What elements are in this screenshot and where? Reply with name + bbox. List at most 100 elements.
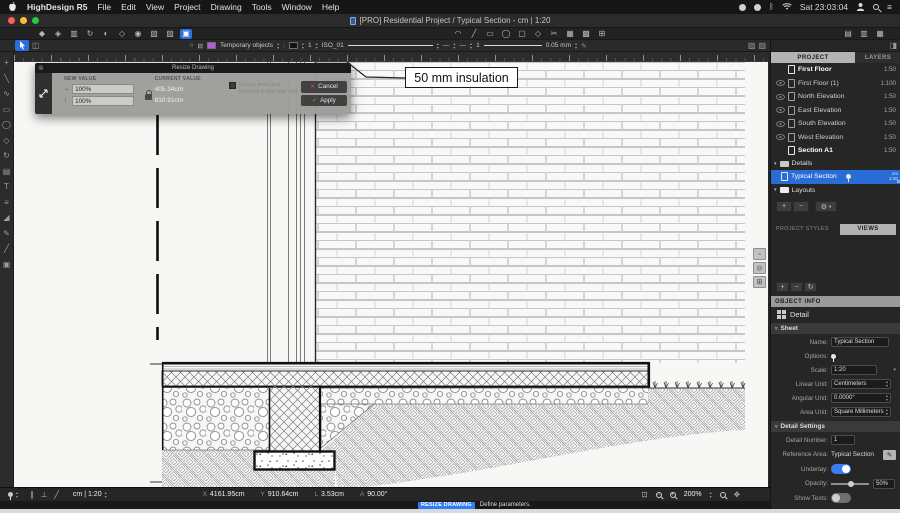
tool-diamond-icon[interactable]: ◇	[532, 29, 544, 39]
apply-button[interactable]: ✓Apply	[301, 95, 347, 107]
pen-color-swatch[interactable]	[289, 42, 298, 49]
layer-selector[interactable]: Temporary objects	[220, 42, 273, 49]
select-tool-button[interactable]	[15, 40, 29, 51]
tool-polygon-icon[interactable]: ▢	[516, 29, 528, 39]
tool-extend-icon[interactable]: ▨	[164, 29, 176, 39]
weight-scale-field[interactable]: 1	[476, 42, 480, 49]
details-group-header[interactable]: ▾ Details	[771, 158, 900, 170]
opacity-value[interactable]: 50%	[873, 479, 895, 489]
remove-object-button[interactable]: −	[790, 282, 803, 292]
status-item-icon[interactable]	[754, 4, 761, 11]
sheet-row[interactable]: West Elevation1:50	[771, 131, 900, 145]
layer-stack-icon[interactable]: ⊟	[198, 42, 203, 50]
menu-project[interactable]: Project	[174, 2, 200, 12]
add-sheet-button[interactable]: +	[776, 201, 792, 212]
new-width-input[interactable]: 100%	[72, 84, 134, 94]
resize-option-checkbox[interactable]	[229, 82, 236, 89]
pan-icon[interactable]: ✥	[734, 490, 740, 499]
dialog-title-bar[interactable]: ⊗ Resize Drawing	[35, 63, 351, 73]
menu-view[interactable]: View	[146, 2, 164, 12]
zoom-in-icon[interactable]: +	[670, 492, 676, 498]
spotlight-search-icon[interactable]	[873, 4, 879, 10]
tool-symbol-icon[interactable]: ▣	[1, 260, 13, 269]
new-height-input[interactable]: 100%	[72, 96, 134, 106]
visibility-icon[interactable]	[775, 80, 785, 86]
tool-circle-icon[interactable]: ◯	[500, 29, 512, 39]
tool-hatch2-icon[interactable]: ▤	[1, 167, 13, 176]
tool-array-icon[interactable]: ▥	[68, 29, 80, 39]
show-texts-toggle[interactable]	[831, 493, 851, 503]
fit-view-button[interactable]: ▫	[753, 248, 766, 260]
zoom-tool-icon[interactable]	[720, 492, 726, 498]
zoom-out-icon[interactable]: −	[656, 492, 662, 498]
pin-icon[interactable]	[846, 174, 851, 179]
scale-dropdown-icon[interactable]: ▾	[893, 367, 896, 373]
line-weight-field[interactable]: 0.05 mm	[546, 42, 571, 49]
options-pin-icon[interactable]	[831, 354, 836, 359]
area-unit-stepper[interactable]: ▴▾	[886, 408, 888, 416]
tool-move-icon[interactable]: ◆	[36, 29, 48, 39]
detail-item-selected[interactable]: Typical Section cm1:20	[771, 170, 900, 185]
fill-pattern-icon[interactable]: ▨	[748, 41, 756, 50]
pen-number-field[interactable]: 1	[308, 42, 312, 49]
freehand-snap-icon[interactable]: ╱	[54, 490, 59, 499]
tool-rect-icon[interactable]: ▭	[484, 29, 496, 39]
fill-pattern2-icon[interactable]: ▨	[758, 41, 766, 50]
linetype-stepper[interactable]: ▴▾	[437, 42, 439, 50]
visibility-icon[interactable]	[775, 134, 785, 140]
unit-scale-stepper[interactable]: ▴▾	[105, 491, 107, 499]
zoom-window-button[interactable]	[32, 17, 39, 24]
aspect-lock-icon[interactable]	[145, 94, 152, 100]
sheet-row[interactable]: First Floor (1)1:100	[771, 77, 900, 91]
tool-cut-icon[interactable]: ✂	[548, 29, 560, 39]
tool-trim-icon[interactable]: ▧	[148, 29, 160, 39]
menu-help[interactable]: Help	[322, 2, 339, 12]
tool-spline-icon[interactable]: ∿	[1, 89, 13, 98]
tool-offset-icon[interactable]: ◉	[132, 29, 144, 39]
tool-circle2-icon[interactable]: ◯	[1, 120, 13, 129]
sheet-row[interactable]: North Elevation1:50	[771, 90, 900, 104]
linear-unit-select[interactable]: Centimeters ▴▾	[831, 379, 891, 389]
underlay-toggle[interactable]	[831, 464, 851, 474]
menu-clock[interactable]: Sat 23:03:04	[800, 2, 848, 12]
unit-scale-indicator[interactable]: cm | 1:20	[73, 491, 102, 498]
perpendicular-snap-icon[interactable]: ⊥	[41, 490, 48, 499]
menu-app-name[interactable]: HighDesign R5	[27, 2, 87, 12]
layer-color-swatch[interactable]	[207, 42, 216, 49]
tool-text-icon[interactable]: T	[1, 182, 13, 191]
status-item-icon[interactable]	[739, 4, 746, 11]
tool-rotate-icon[interactable]: ↻	[84, 29, 96, 39]
control-center-icon[interactable]: ≡	[887, 2, 892, 12]
minimize-window-button[interactable]	[20, 17, 27, 24]
tab-layers[interactable]: LAYERS	[855, 52, 900, 63]
parallel-snap-icon[interactable]: ∥	[30, 490, 34, 499]
refresh-object-button[interactable]: ↻	[804, 282, 817, 292]
sheet-section-header[interactable]: ▿ Sheet	[771, 323, 900, 334]
detail-settings-header[interactable]: ▿ Detail Settings	[771, 421, 900, 432]
sheet-row[interactable]: South Elevation1:50	[771, 117, 900, 131]
area-unit-select[interactable]: Square Millimeters ▴▾	[831, 407, 891, 417]
tab-project[interactable]: PROJECT	[771, 52, 855, 63]
tool-layers-icon[interactable]: ≡	[1, 198, 13, 207]
views-button[interactable]: VIEWS	[840, 224, 896, 235]
menu-edit[interactable]: Edit	[121, 2, 136, 12]
pen-stepper[interactable]: ▴▾	[302, 42, 304, 50]
name-input[interactable]: Typical Section	[831, 337, 889, 347]
style-pen-icon[interactable]: ✎	[581, 42, 586, 50]
zoom-tool-button[interactable]: ◎	[753, 262, 766, 274]
bluetooth-icon[interactable]: ᛒ	[769, 3, 774, 11]
arrow-start-field[interactable]: —	[443, 42, 450, 49]
layouts-group-header[interactable]: ▾ Layouts	[771, 184, 900, 196]
dialog-close-icon[interactable]: ⊗	[38, 65, 44, 72]
drawing-canvas[interactable]: 50 mm insulation ▫ ◎ ⊞ ⊗ Resize Drawing …	[14, 62, 768, 487]
tool-line-icon[interactable]: ╱	[468, 29, 480, 39]
user-icon[interactable]	[856, 2, 865, 13]
remove-sheet-button[interactable]: −	[793, 201, 809, 212]
line-weight-stepper[interactable]: ▴▾	[575, 42, 577, 50]
angular-unit-select[interactable]: 0.0000° ▴▾	[831, 393, 891, 403]
tool-pattern-icon[interactable]: ▩	[580, 29, 592, 39]
wifi-icon[interactable]	[782, 2, 792, 12]
scale-input[interactable]: 1:20	[831, 365, 877, 375]
panel-center-icon[interactable]: ▥	[858, 29, 870, 39]
apple-menu-icon[interactable]	[8, 1, 17, 14]
